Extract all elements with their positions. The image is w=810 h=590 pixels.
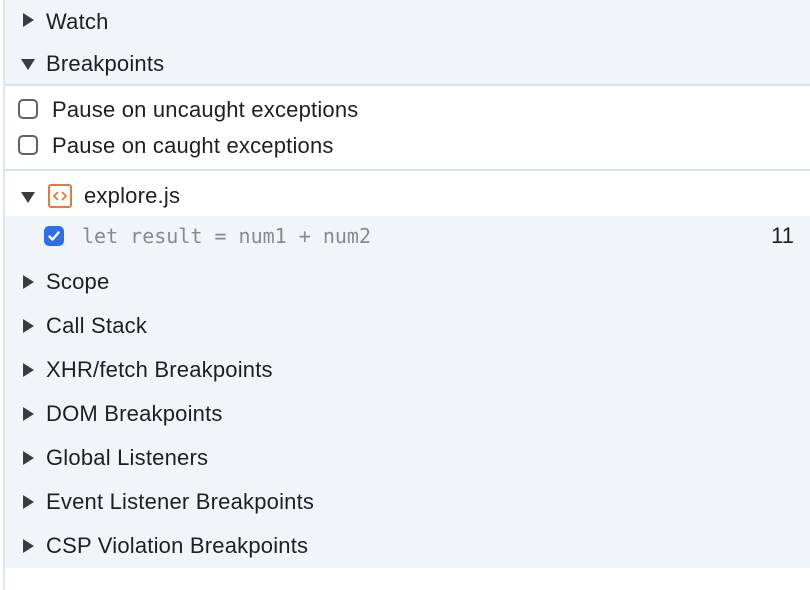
dom-breakpoints-label: DOM Breakpoints (46, 401, 223, 426)
expand-arrow-icon (23, 495, 34, 509)
xhr-fetch-label: XHR/fetch Breakpoints (46, 357, 273, 382)
expand-arrow-icon (23, 539, 34, 553)
expand-arrow-icon (23, 13, 34, 27)
collapse-arrow-icon (21, 192, 35, 203)
pause-uncaught-checkbox[interactable] (18, 99, 38, 119)
call-stack-section-header[interactable]: Call Stack (5, 304, 810, 348)
event-listener-section-header[interactable]: Event Listener Breakpoints (5, 480, 810, 524)
file-name: explore.js (84, 183, 181, 208)
breakpoints-label: Breakpoints (46, 51, 165, 76)
breakpoint-file-row[interactable]: explore.js (5, 174, 810, 218)
breakpoint-entry[interactable]: let result = num1 + num2 11 (5, 214, 810, 258)
expand-arrow-icon (23, 319, 34, 333)
csp-violation-section-header[interactable]: CSP Violation Breakpoints (5, 524, 810, 568)
expand-arrow-icon (23, 275, 34, 289)
expand-arrow-icon (23, 451, 34, 465)
scope-section-header[interactable]: Scope (5, 260, 810, 304)
csp-violation-label: CSP Violation Breakpoints (46, 533, 309, 558)
js-file-icon (48, 184, 72, 208)
pause-caught-row[interactable]: Pause on caught exceptions (5, 124, 810, 168)
scope-label: Scope (46, 269, 110, 294)
pause-uncaught-label: Pause on uncaught exceptions (52, 97, 359, 122)
breakpoints-section-header[interactable]: Breakpoints (5, 42, 810, 86)
breakpoint-checkbox[interactable] (44, 226, 64, 246)
watch-section-header[interactable]: Watch (5, 0, 810, 44)
pause-caught-checkbox[interactable] (18, 135, 38, 155)
pause-caught-label: Pause on caught exceptions (52, 133, 334, 158)
breakpoint-code: let result = num1 + num2 (82, 224, 371, 248)
global-listeners-label: Global Listeners (46, 445, 209, 470)
call-stack-label: Call Stack (46, 313, 148, 338)
debugger-sidebar: Watch Breakpoints Pause on uncaught exce… (0, 0, 810, 590)
collapse-arrow-icon (21, 59, 35, 70)
breakpoint-line-number: 11 (771, 223, 794, 248)
global-listeners-section-header[interactable]: Global Listeners (5, 436, 810, 480)
expand-arrow-icon (23, 407, 34, 421)
watch-label: Watch (46, 9, 109, 34)
event-listener-label: Event Listener Breakpoints (46, 489, 315, 514)
dom-breakpoints-section-header[interactable]: DOM Breakpoints (5, 392, 810, 436)
expand-arrow-icon (23, 363, 34, 377)
xhr-fetch-section-header[interactable]: XHR/fetch Breakpoints (5, 348, 810, 392)
